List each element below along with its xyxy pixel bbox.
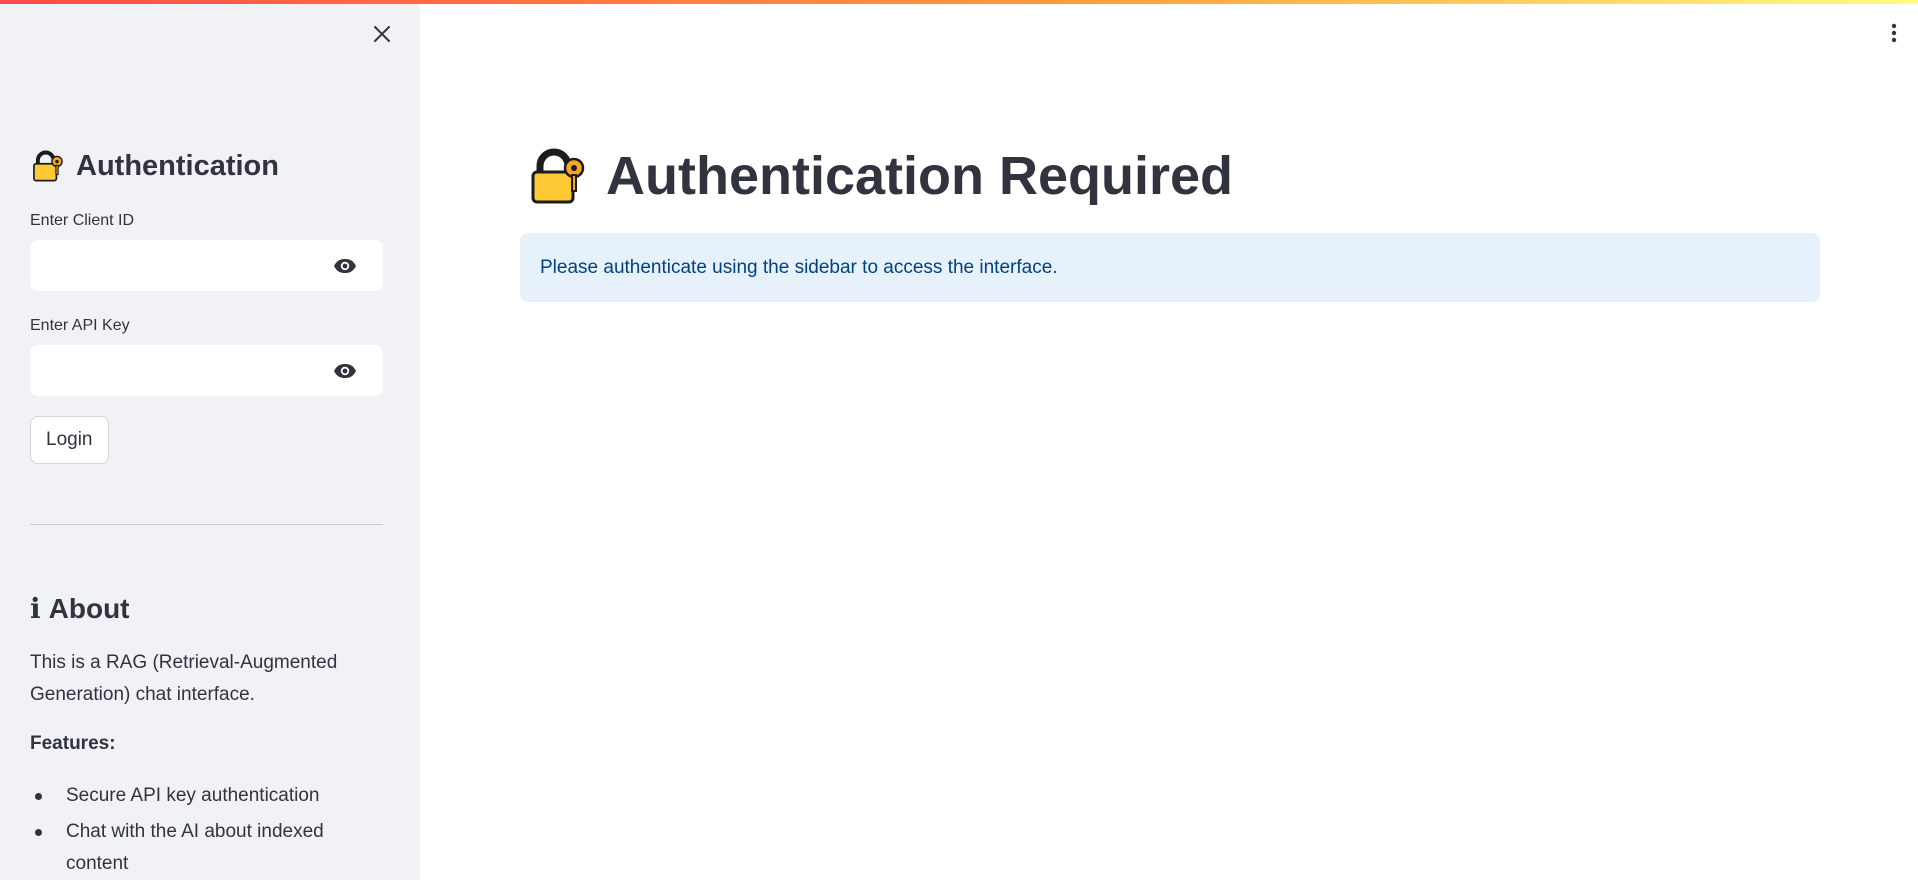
api-key-label: Enter API Key xyxy=(30,317,130,334)
show-api-key-button[interactable] xyxy=(333,360,357,382)
feature-list: Secure API key authentication Chat with … xyxy=(30,780,383,880)
sidebar-heading: Authentication xyxy=(30,148,279,184)
api-key-input[interactable] xyxy=(30,345,320,396)
top-decoration-bar xyxy=(0,0,1918,4)
login-button[interactable]: Login xyxy=(30,416,109,464)
features-label: Features: xyxy=(30,733,116,754)
client-id-field xyxy=(30,240,383,291)
info-alert-text: Please authenticate using the sidebar to… xyxy=(540,256,1058,278)
about-description: This is a RAG (Retrieval-Augmented Gener… xyxy=(30,652,338,705)
about-heading: ℹ About xyxy=(30,592,130,625)
locked-with-key-emoji xyxy=(531,148,585,204)
api-key-field xyxy=(30,345,383,396)
info-alert: Please authenticate using the sidebar to… xyxy=(520,233,1820,302)
close-sidebar-button[interactable] xyxy=(368,20,396,48)
page-title: Authentication Required xyxy=(526,144,1233,208)
close-icon xyxy=(374,26,390,42)
list-item: Chat with the AI about indexed content xyxy=(30,816,366,880)
locked-with-key-emoji xyxy=(33,150,63,182)
show-client-id-button[interactable] xyxy=(333,255,357,277)
page-title-text: Authentication Required xyxy=(606,146,1234,206)
kebab-menu-icon xyxy=(1891,23,1897,43)
client-id-input[interactable] xyxy=(30,240,320,291)
list-item: Secure API key authentication xyxy=(30,780,366,812)
info-icon: ℹ xyxy=(30,593,41,624)
client-id-label: Enter Client ID xyxy=(30,212,135,229)
eye-icon xyxy=(334,259,356,273)
sidebar-divider xyxy=(30,524,383,525)
main-menu-button[interactable] xyxy=(1884,20,1904,46)
eye-icon xyxy=(334,364,356,378)
about-heading-text: About xyxy=(48,592,130,624)
sidebar-heading-text: Authentication xyxy=(76,149,279,182)
main-area: Authentication Required Please authentic… xyxy=(420,0,1918,880)
sidebar: Authentication Enter Client ID Enter API… xyxy=(0,0,420,880)
